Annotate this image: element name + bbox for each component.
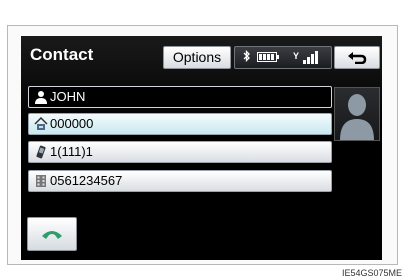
status-bar: Y [234, 46, 332, 69]
person-icon [340, 94, 374, 140]
call-icon [42, 231, 62, 239]
back-button[interactable] [334, 46, 380, 69]
signal-icon [303, 51, 318, 64]
screen-title: Contact [30, 45, 94, 64]
number-value: 0561234567 [50, 173, 123, 188]
home-number-button[interactable]: 000000 [28, 113, 332, 135]
office-number-button[interactable]: 0561234567 [28, 170, 332, 192]
avatar [334, 87, 380, 141]
signal-label: Y [293, 51, 300, 61]
home-phone-icon [34, 117, 48, 130]
mobile-number-button[interactable]: 1(111)1 [28, 141, 332, 163]
person-icon [35, 91, 47, 104]
bluetooth-icon [243, 50, 250, 63]
contact-name-row: JOHN [28, 86, 332, 108]
mobile-phone-icon [36, 145, 46, 159]
contact-name: JOHN [50, 89, 86, 104]
contact-screen: Contact Options Y JOHN 000000 1(111)1 05… [21, 36, 382, 260]
number-value: 000000 [50, 116, 94, 131]
back-arrow-icon [348, 52, 367, 64]
battery-icon [257, 52, 279, 62]
figure-code: IE54GS075ME [341, 268, 402, 278]
office-phone-icon [36, 175, 46, 187]
number-value: 1(111)1 [50, 144, 93, 159]
call-button[interactable] [27, 217, 77, 251]
options-button[interactable]: Options [163, 46, 231, 69]
